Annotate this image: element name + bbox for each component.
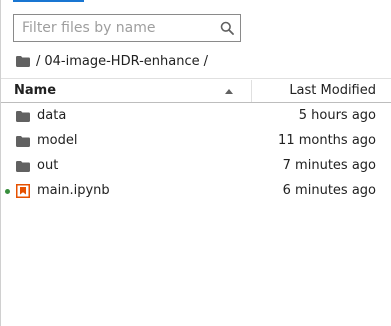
file-row-data[interactable]: data 5 hours ago [1, 104, 391, 129]
file-modified: 6 minutes ago [282, 183, 376, 198]
file-row-out[interactable]: out 7 minutes ago [1, 154, 391, 179]
column-resize-handle[interactable] [251, 80, 252, 102]
breadcrumb-separator: / [36, 53, 41, 69]
file-modified: 11 months ago [278, 133, 376, 148]
home-folder-icon[interactable] [16, 55, 30, 67]
file-name: main.ipynb [37, 183, 110, 198]
column-header-last-modified[interactable]: Last Modified [289, 83, 376, 98]
breadcrumb-current-folder[interactable]: 04-image-HDR-enhance [44, 54, 199, 69]
file-row-model[interactable]: model 11 months ago [1, 129, 391, 154]
active-tab-indicator [13, 0, 84, 2]
file-list: data 5 hours ago model 11 months ago out… [1, 104, 391, 204]
folder-icon [16, 136, 30, 147]
file-modified: 5 hours ago [298, 108, 376, 123]
file-name: out [37, 158, 59, 173]
breadcrumb-separator: / [203, 53, 209, 69]
folder-icon [16, 161, 30, 172]
kernel-running-indicator [5, 189, 10, 194]
folder-icon [16, 111, 30, 122]
column-header-name[interactable]: Name [14, 83, 56, 98]
search-icon [220, 21, 234, 35]
caret-up-icon[interactable] [225, 89, 233, 94]
breadcrumb: / 04-image-HDR-enhance / [16, 51, 208, 71]
header-divider [1, 102, 391, 103]
notebook-icon [16, 184, 30, 198]
file-row-main-ipynb[interactable]: main.ipynb 6 minutes ago [1, 179, 391, 204]
file-filter-box[interactable] [13, 14, 241, 42]
file-modified: 7 minutes ago [282, 158, 376, 173]
file-list-header: Name Last Modified [1, 80, 391, 102]
file-name: model [37, 133, 78, 148]
divider [1, 78, 391, 79]
filter-files-input[interactable] [14, 15, 222, 41]
file-name: data [37, 108, 67, 123]
